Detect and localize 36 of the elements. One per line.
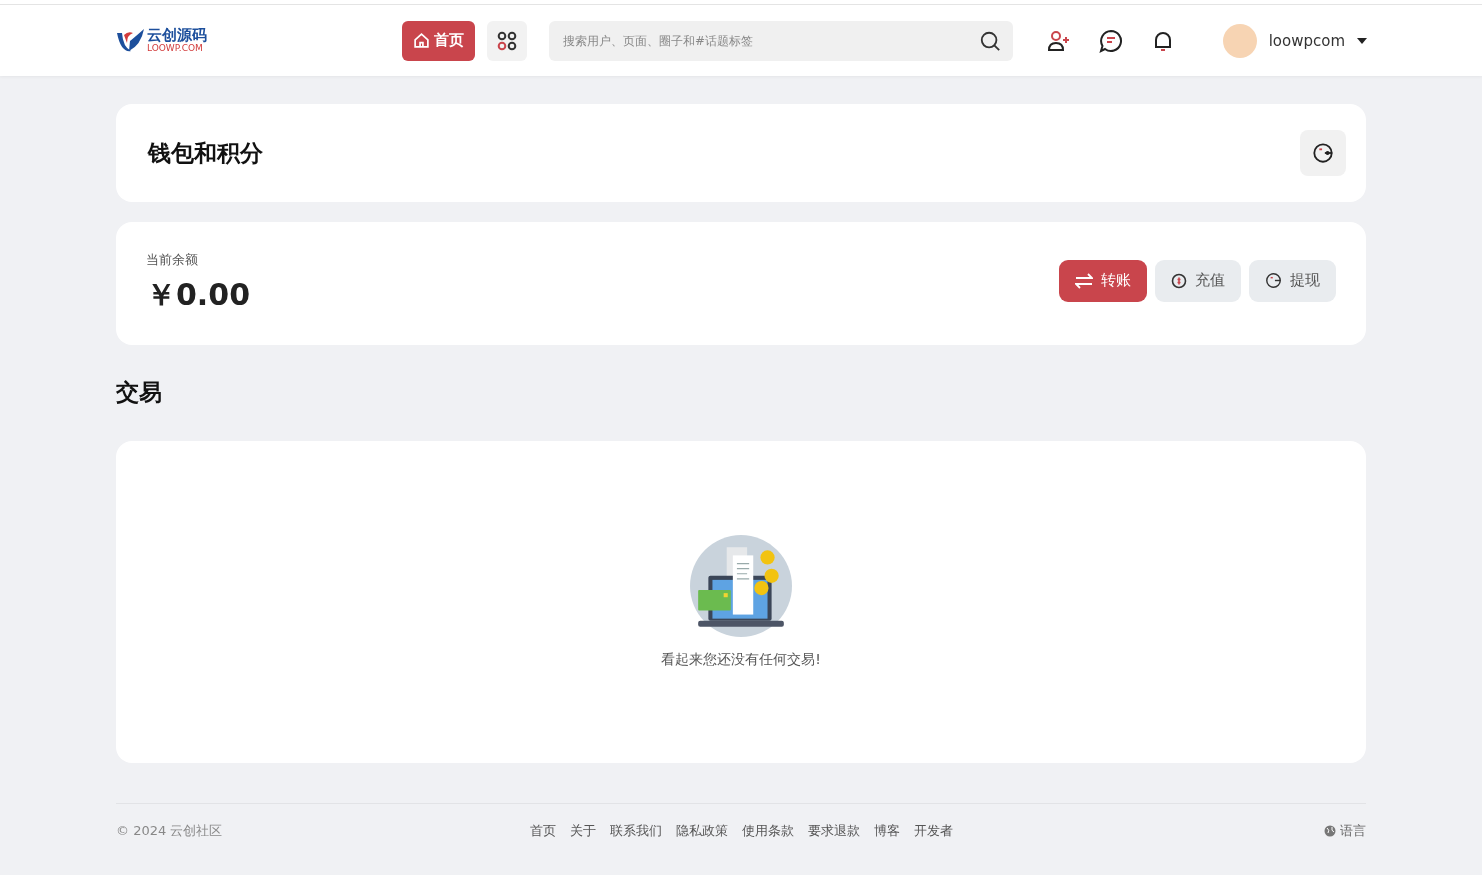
grid-icon [497,30,517,51]
apps-button[interactable] [487,20,527,61]
footer-link[interactable]: 使用条款 [741,822,794,840]
footer-link[interactable]: 隐私政策 [675,822,728,840]
add-friend-icon[interactable] [1046,28,1071,53]
search-icon [978,29,1001,52]
globe-icon [1324,825,1336,837]
coin-icon [1171,272,1187,289]
footer-link[interactable]: 开发者 [913,822,953,840]
wallet-icon [1265,272,1282,289]
balance-label: 当前余额 [146,251,199,269]
page-title: 钱包和积分 [148,138,263,168]
chat-icon[interactable] [1098,28,1123,53]
language-link[interactable]: 语言 [1106,822,1366,840]
logo-subtitle: LOOWP.COM [147,44,204,53]
section-title: 交易 [116,378,163,407]
footer-link[interactable]: 首页 [529,822,556,840]
transfer-button[interactable]: 转账 [1059,259,1147,302]
home-button[interactable]: 首页 [402,20,475,61]
footer-link[interactable]: 要求退款 [807,822,860,840]
swap-arrows-icon [1075,272,1093,289]
logo-title: 云创源码 [147,28,207,43]
empty-message: 看起来您还没有任何交易! [661,651,821,669]
search-field[interactable]: 搜索用户、页面、圈子和#话题标签 [549,20,1013,61]
deposit-button[interactable]: 充值 [1155,259,1241,302]
footer-link[interactable]: 关于 [569,822,596,840]
wallet-button[interactable] [1300,130,1346,176]
footer-link[interactable]: 联系我们 [609,822,662,840]
username[interactable]: loowpcom [1268,31,1345,50]
withdraw-button[interactable]: 提现 [1249,259,1336,302]
wallet-icon [1312,142,1334,164]
copyright: © 2024 云创社区 [116,822,224,840]
footer-link[interactable]: 博客 [873,822,900,840]
balance-amount: ￥0.00 [146,276,251,314]
caret-icon[interactable] [1357,37,1367,44]
house-icon [413,32,430,49]
